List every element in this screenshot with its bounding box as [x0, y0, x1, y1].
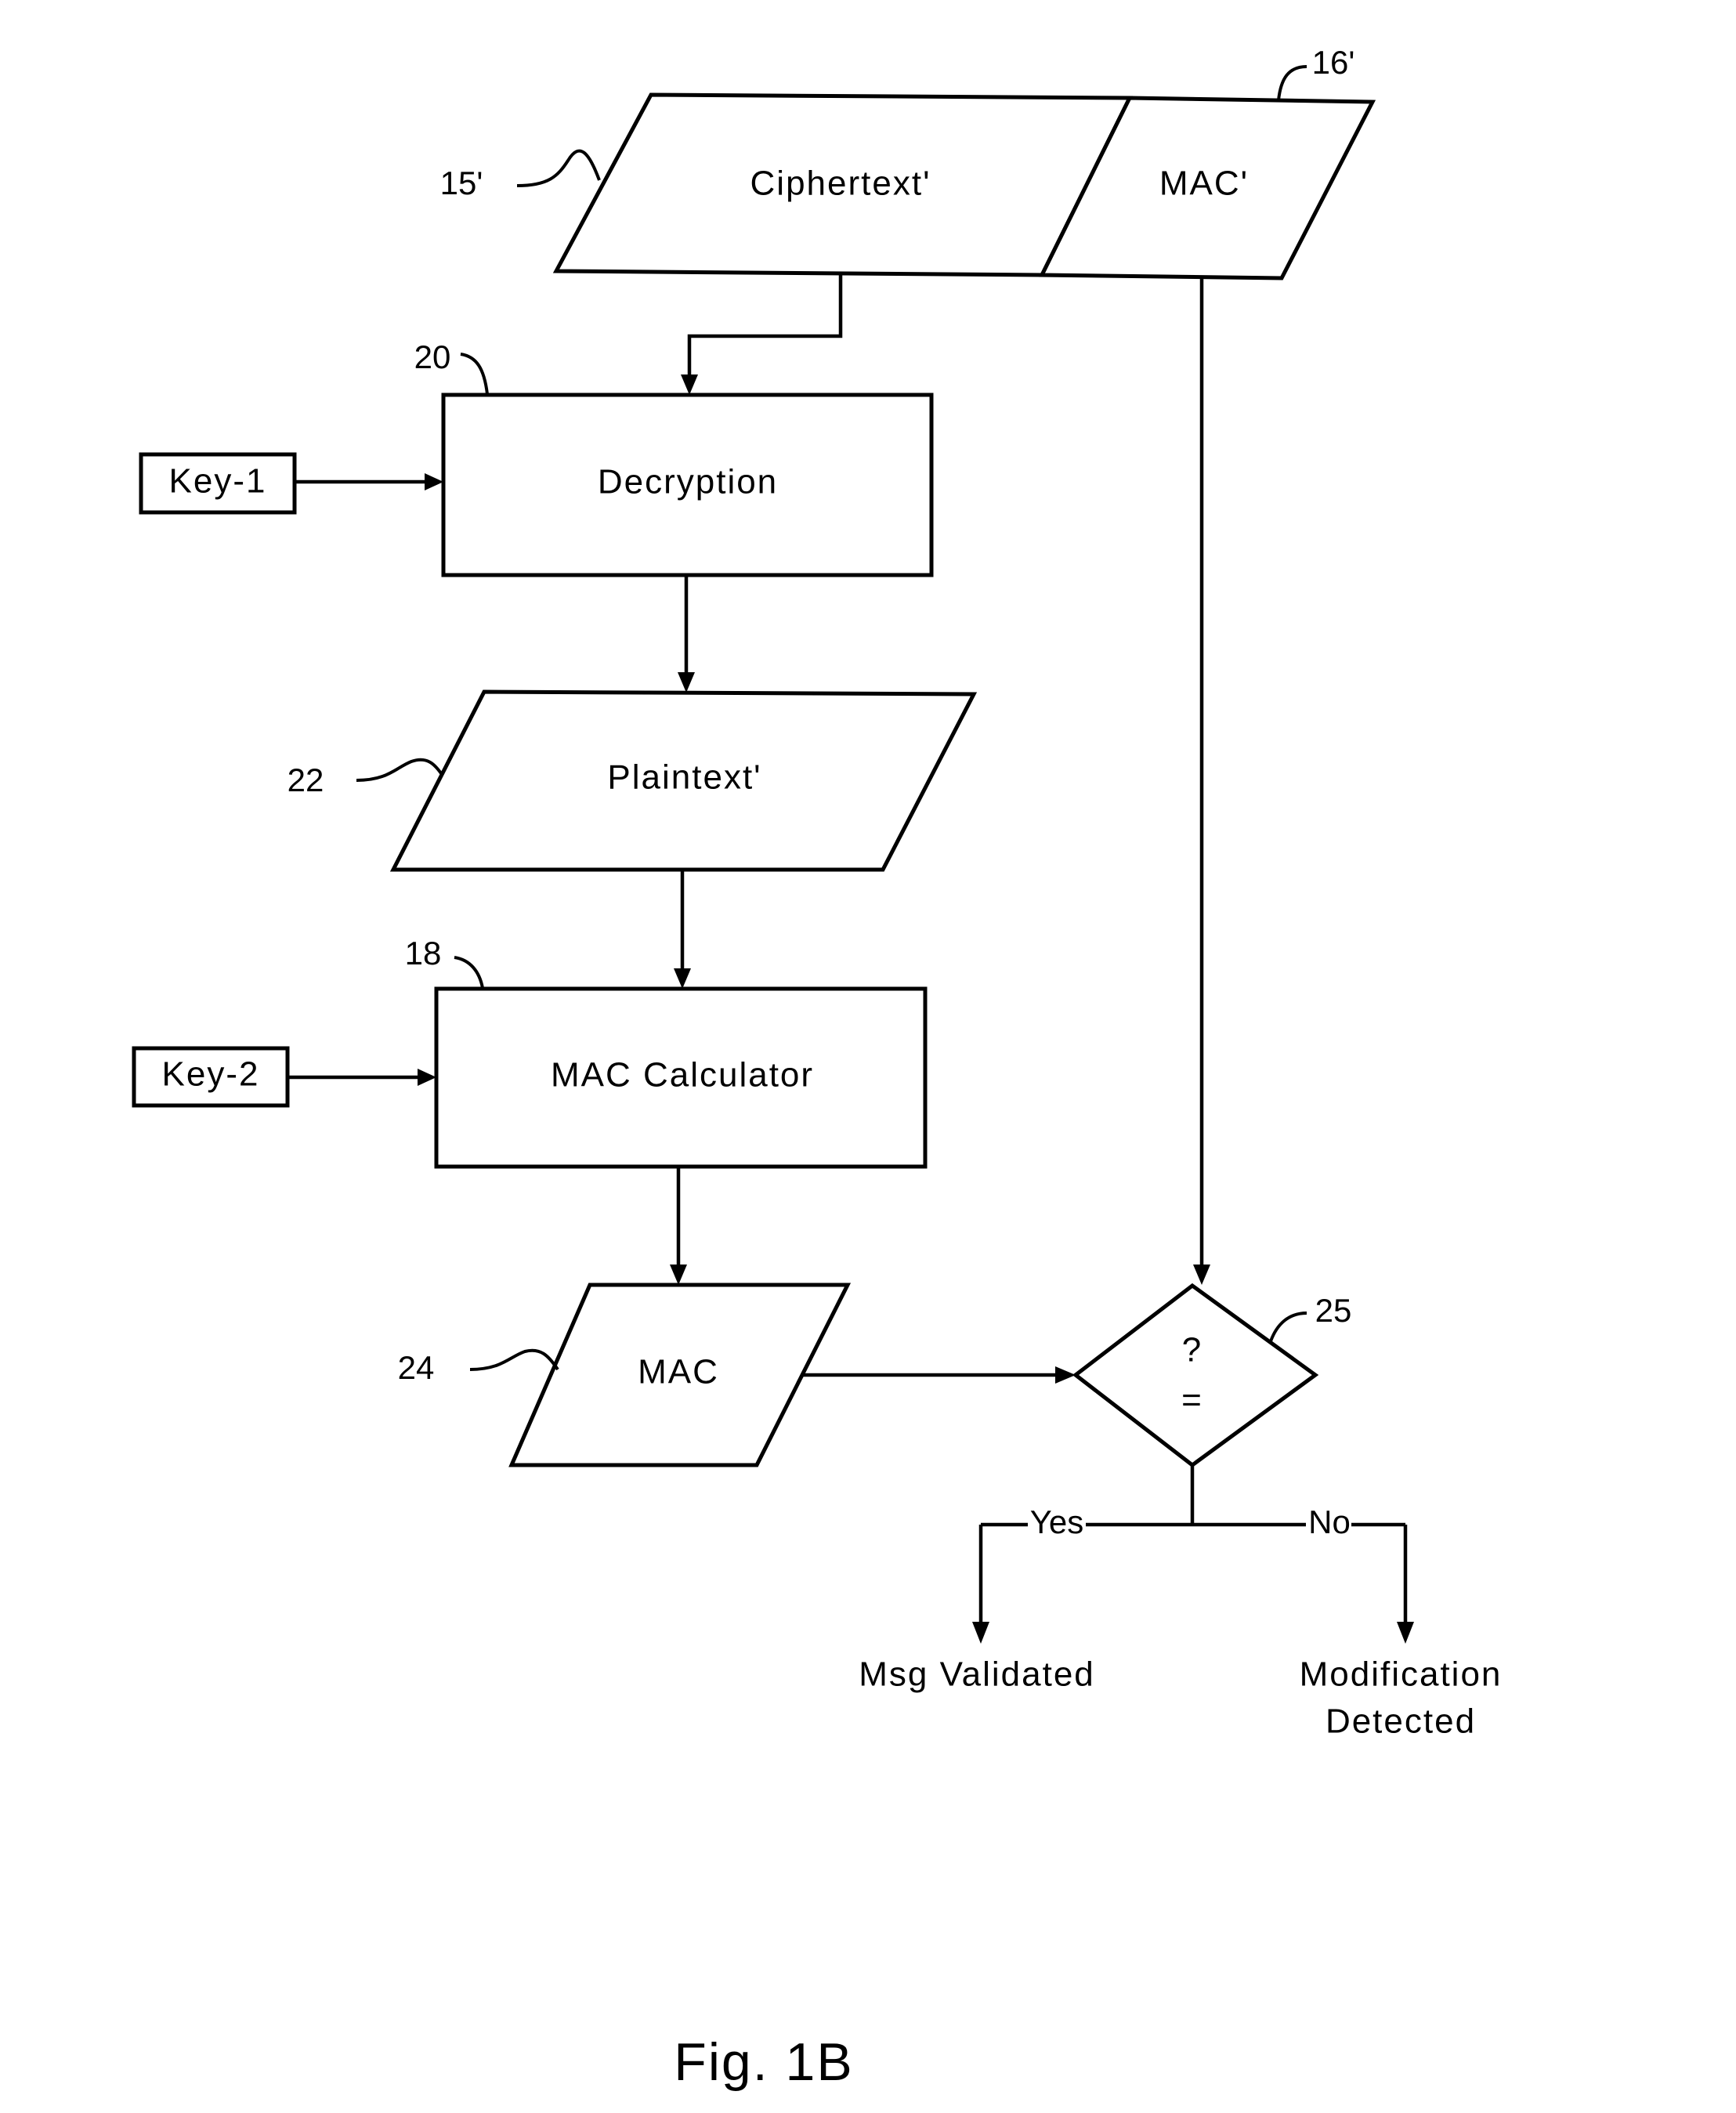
arrowhead: [1397, 1622, 1414, 1644]
figure-caption: Fig. 1B: [674, 2032, 853, 2092]
mac-calculator-label: MAC Calculator: [551, 1056, 814, 1094]
compare-diamond: [1072, 1283, 1319, 1468]
outcome-modification: Modification: [1300, 1655, 1503, 1694]
ref-25-leader: [1269, 1312, 1307, 1342]
arrowhead: [681, 374, 698, 395]
arrowhead: [674, 968, 691, 989]
ref-24-leader: [469, 1348, 559, 1371]
ref-18: 18: [405, 935, 442, 971]
mac-prime-label: MAC': [1159, 165, 1249, 203]
decryption-label: Decryption: [598, 463, 778, 501]
compare-question: ?: [1182, 1331, 1203, 1369]
ref-22: 22: [288, 762, 324, 798]
arrowhead: [972, 1622, 989, 1644]
arrowhead: [425, 473, 443, 490]
branch-yes-label: Yes: [1030, 1503, 1084, 1540]
ref-24: 24: [398, 1349, 435, 1386]
key1-label: Key-1: [169, 462, 267, 501]
flowchart-diagram: Ciphertext' MAC' 15' 16' Decryption 20 K…: [132, 44, 1503, 2092]
arrowhead: [1193, 1265, 1210, 1285]
ref-16-prime: 16': [1312, 44, 1355, 81]
ref-16-leader: [1277, 65, 1307, 101]
arrowhead: [678, 672, 695, 693]
ref-15-leader: [516, 149, 601, 187]
outcome-msg-validated: Msg Validated: [859, 1655, 1095, 1694]
compare-equals: =: [1181, 1381, 1203, 1420]
connector-ciphertext-decryption: [687, 275, 843, 378]
ref-15-prime: 15': [440, 165, 483, 201]
ref-22-leader: [356, 758, 444, 782]
ref-18-leader: [454, 956, 484, 989]
branch-no-label: No: [1308, 1503, 1351, 1540]
outcome-detected: Detected: [1326, 1702, 1476, 1741]
ref-20: 20: [414, 338, 451, 375]
ciphertext-label: Ciphertext': [750, 165, 931, 203]
key2-label: Key-2: [162, 1055, 260, 1094]
received-message: Ciphertext' MAC': [552, 92, 1376, 280]
mac-label: MAC: [638, 1353, 719, 1391]
ref-25: 25: [1315, 1292, 1352, 1329]
ref-20-leader: [460, 353, 489, 395]
plaintext-label: Plaintext': [607, 758, 761, 797]
arrowhead: [418, 1069, 436, 1086]
arrowhead: [670, 1265, 687, 1285]
